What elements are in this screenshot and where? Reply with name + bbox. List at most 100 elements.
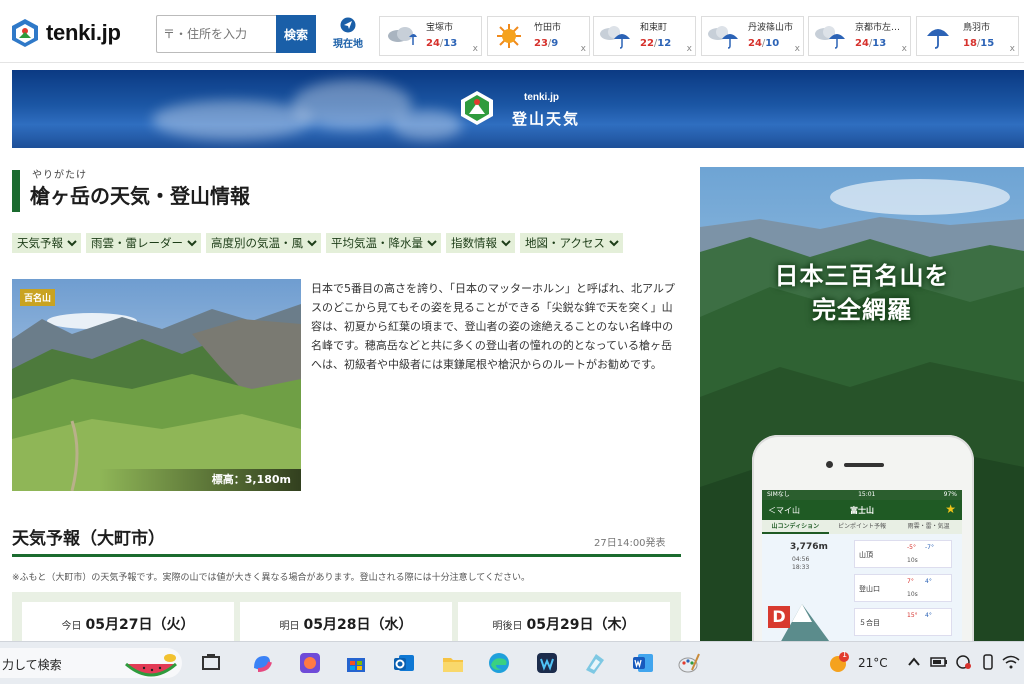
city-weather-card[interactable]: 竹田市 23/9 x (487, 16, 590, 56)
cloud-rain-icon (388, 27, 417, 45)
app-tab: 雨雲・雷・気温 (907, 523, 950, 530)
close-icon[interactable]: x (902, 44, 907, 54)
outlook-icon[interactable] (391, 650, 417, 676)
cloud-umbrella-icon (815, 26, 845, 49)
mountain-nav: 天気予報 雨雲・雷レーダー 高度別の気温・風 平均気温・降水量 指数情報 地図・… (12, 233, 623, 253)
chevron-down-icon (609, 240, 619, 247)
app-screen: SIMなし 15:01 97% ＜マイ山 富士山 ★ 山コンディション ピンポイント… (762, 490, 962, 647)
address-search-input[interactable] (156, 15, 276, 53)
city-name: 宝塚市 (426, 23, 454, 33)
city-temps: 22/12 (640, 38, 672, 49)
city-weather-card[interactable]: 宝塚市 24/13 x (379, 16, 482, 56)
close-icon[interactable]: x (795, 44, 800, 54)
forecast-note: ※ふもと（大町市）の天気予報です。実際の山では値が大きく異なる場合があります。登… (12, 573, 531, 583)
location-arrow-icon (340, 17, 356, 33)
paint-icon[interactable] (676, 650, 702, 676)
chevron-down-icon (427, 240, 437, 247)
logo[interactable]: tenki.jp (10, 18, 121, 48)
current-location-button[interactable]: 現在地 (322, 15, 374, 55)
mountain-weather-banner[interactable]: tenki.jp 登山天気 (12, 70, 1024, 148)
chevron-down-icon (67, 240, 77, 247)
city-temps: 24/13 (855, 38, 887, 49)
banner-cloud (152, 100, 312, 140)
city-temps: 18/15 (963, 38, 995, 49)
chevron-down-icon (501, 240, 511, 247)
network-icon[interactable] (955, 654, 973, 670)
nav-altitude-temp[interactable]: 高度別の気温・風 (206, 233, 321, 253)
app-sunrise: 04:56 (792, 556, 810, 563)
city-name: 丹波篠山市 (748, 23, 794, 33)
mountain-description: 日本で5番目の高さを誇り、「日本のマッターホルン」と呼ばれ、北アルプスのどこから… (311, 282, 675, 371)
site-header: tenki.jp 検索 現在地 宝塚市 24/13 x 竹田市 23/9 x 和 (0, 0, 1024, 63)
word-icon[interactable] (630, 650, 656, 676)
app-altitude: 3,776m (790, 542, 828, 552)
nav-forecast[interactable]: 天気予報 (12, 233, 81, 253)
app-body: 3,776m 04:56 18:33 D 山頂 -5° -7° 10s 登山口 7° 4°… (762, 534, 962, 647)
city-weather-card[interactable]: 京都市左… 24/13 x (808, 16, 911, 56)
app-tabs: 山コンディション ピンポイント予報 雨雲・雷・気温 (762, 520, 962, 534)
microsoft-store-icon[interactable] (343, 650, 369, 676)
city-weather-card[interactable]: 鳥羽市 18/15 x (916, 16, 1019, 56)
forecast-day-tomorrow[interactable]: 明日 05月28日（水） (240, 602, 452, 646)
search-button[interactable]: 検索 (276, 15, 316, 53)
nav-index[interactable]: 指数情報 (446, 233, 515, 253)
city-weather-card[interactable]: 丹波篠山市 24/10 x (701, 16, 804, 56)
file-explorer-icon[interactable] (440, 650, 466, 676)
title-accent-bar (12, 170, 20, 212)
chevron-up-icon[interactable] (906, 654, 922, 670)
app-condition-row: 山頂 -5° -7° 10s (854, 540, 952, 568)
elevation-label: 標高：3,180m (12, 469, 301, 491)
mountain-landscape-image (12, 279, 301, 491)
forecast-divider (12, 554, 681, 557)
phone-mockup: SIMなし 15:01 97% ＜マイ山 富士山 ★ 山コンディション ピンポイント… (752, 435, 974, 647)
city-weather-card[interactable]: 和束町 22/12 x (593, 16, 696, 56)
close-icon[interactable]: x (1010, 44, 1015, 54)
forecast-issued-time: 27日14:00発表 (594, 538, 666, 549)
task-view-icon[interactable] (198, 650, 224, 676)
phone-camera (826, 461, 833, 468)
microsoft-365-icon[interactable] (297, 650, 323, 676)
watermelon-icon (125, 654, 177, 677)
edge-icon[interactable] (486, 650, 512, 676)
weather-badge-count: 1 (842, 650, 848, 659)
close-icon[interactable]: x (473, 44, 478, 54)
app-header: ＜マイ山 富士山 ★ (762, 500, 962, 520)
page-title: 槍ヶ岳の天気・登山情報 (30, 184, 250, 208)
nav-average-temp[interactable]: 平均気温・降水量 (326, 233, 441, 253)
nav-map-access[interactable]: 地図・アクセス (520, 233, 623, 253)
hyakumeizan-badge: 百名山 (20, 289, 56, 306)
city-temps: 23/9 (534, 38, 559, 49)
ad-headline: 日本三百名山を 完全網羅 (774, 262, 950, 324)
umbrella-icon (927, 29, 949, 49)
cloud-umbrella-icon (600, 26, 630, 49)
title-ruby: やりがたけ (32, 170, 87, 181)
app-status-bar: SIMなし 15:01 97% (762, 490, 962, 500)
app-tab: ピンポイント予報 (838, 523, 887, 530)
forecast-title: 天気予報（大町市） (12, 529, 165, 549)
forecast-day-today[interactable]: 今日 05月27日（火） (22, 602, 234, 646)
current-location-label: 現在地 (333, 39, 363, 50)
close-icon[interactable]: x (581, 44, 586, 54)
cloud-umbrella-icon (708, 26, 738, 49)
weather-sun-icon[interactable] (826, 650, 852, 676)
app-w-icon[interactable] (534, 650, 560, 676)
forecast-day-after[interactable]: 明後日 05月29日（木） (458, 602, 670, 646)
phone-link-icon[interactable] (980, 654, 996, 670)
banner-cloud (392, 110, 462, 140)
taskbar-search[interactable]: 力して検索 (0, 648, 182, 678)
wifi-icon[interactable] (1002, 654, 1020, 670)
close-icon[interactable]: x (687, 44, 692, 54)
banner-brand: tenki.jp (524, 92, 560, 103)
city-name: 鳥羽市 (963, 23, 991, 33)
app-sunset: 18:33 (792, 564, 810, 571)
snipping-tool-icon[interactable] (582, 650, 608, 676)
copilot-icon[interactable] (249, 650, 275, 676)
nav-radar[interactable]: 雨雲・雷レーダー (86, 233, 201, 253)
chevron-down-icon (187, 240, 197, 247)
taskbar-search-label: 力して検索 (2, 658, 62, 672)
banner-title: 登山天気 (512, 110, 581, 128)
tozan-logo-icon (461, 91, 493, 125)
app-advertisement[interactable]: 日本三百名山を 完全網羅 SIMなし 15:01 97% ＜マイ山 富士山 ★ 山コン… (700, 167, 1024, 647)
app-condition-row: 登山口 7° 4° 10s (854, 574, 952, 602)
battery-icon[interactable] (930, 654, 948, 670)
